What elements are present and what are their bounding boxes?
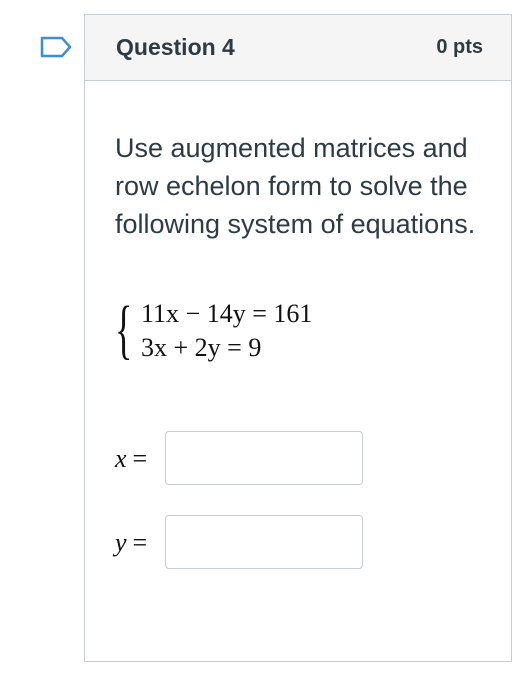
question-header: Question 4 0 pts [85,15,511,81]
question-prompt: Use augmented matrices and row echelon f… [115,133,476,239]
y-label: y = [115,528,147,558]
x-answer-input[interactable] [165,431,363,485]
equation-1: 11x − 14y = 161 [141,299,313,328]
question-title: Question 4 [116,34,235,60]
y-var: y [115,528,127,557]
question-points: 0 pts [436,36,483,58]
question-card: Question 4 0 pts Use augmented matrices … [84,14,512,662]
left-brace: { [115,293,133,366]
x-label: x = [115,444,147,474]
x-equals: = [132,444,148,473]
equation-2: 3x + 2y = 9 [141,333,262,362]
y-answer-input[interactable] [165,515,363,569]
y-equals: = [132,528,148,557]
flag-outline-icon[interactable] [40,36,72,58]
x-var: x [115,444,127,473]
